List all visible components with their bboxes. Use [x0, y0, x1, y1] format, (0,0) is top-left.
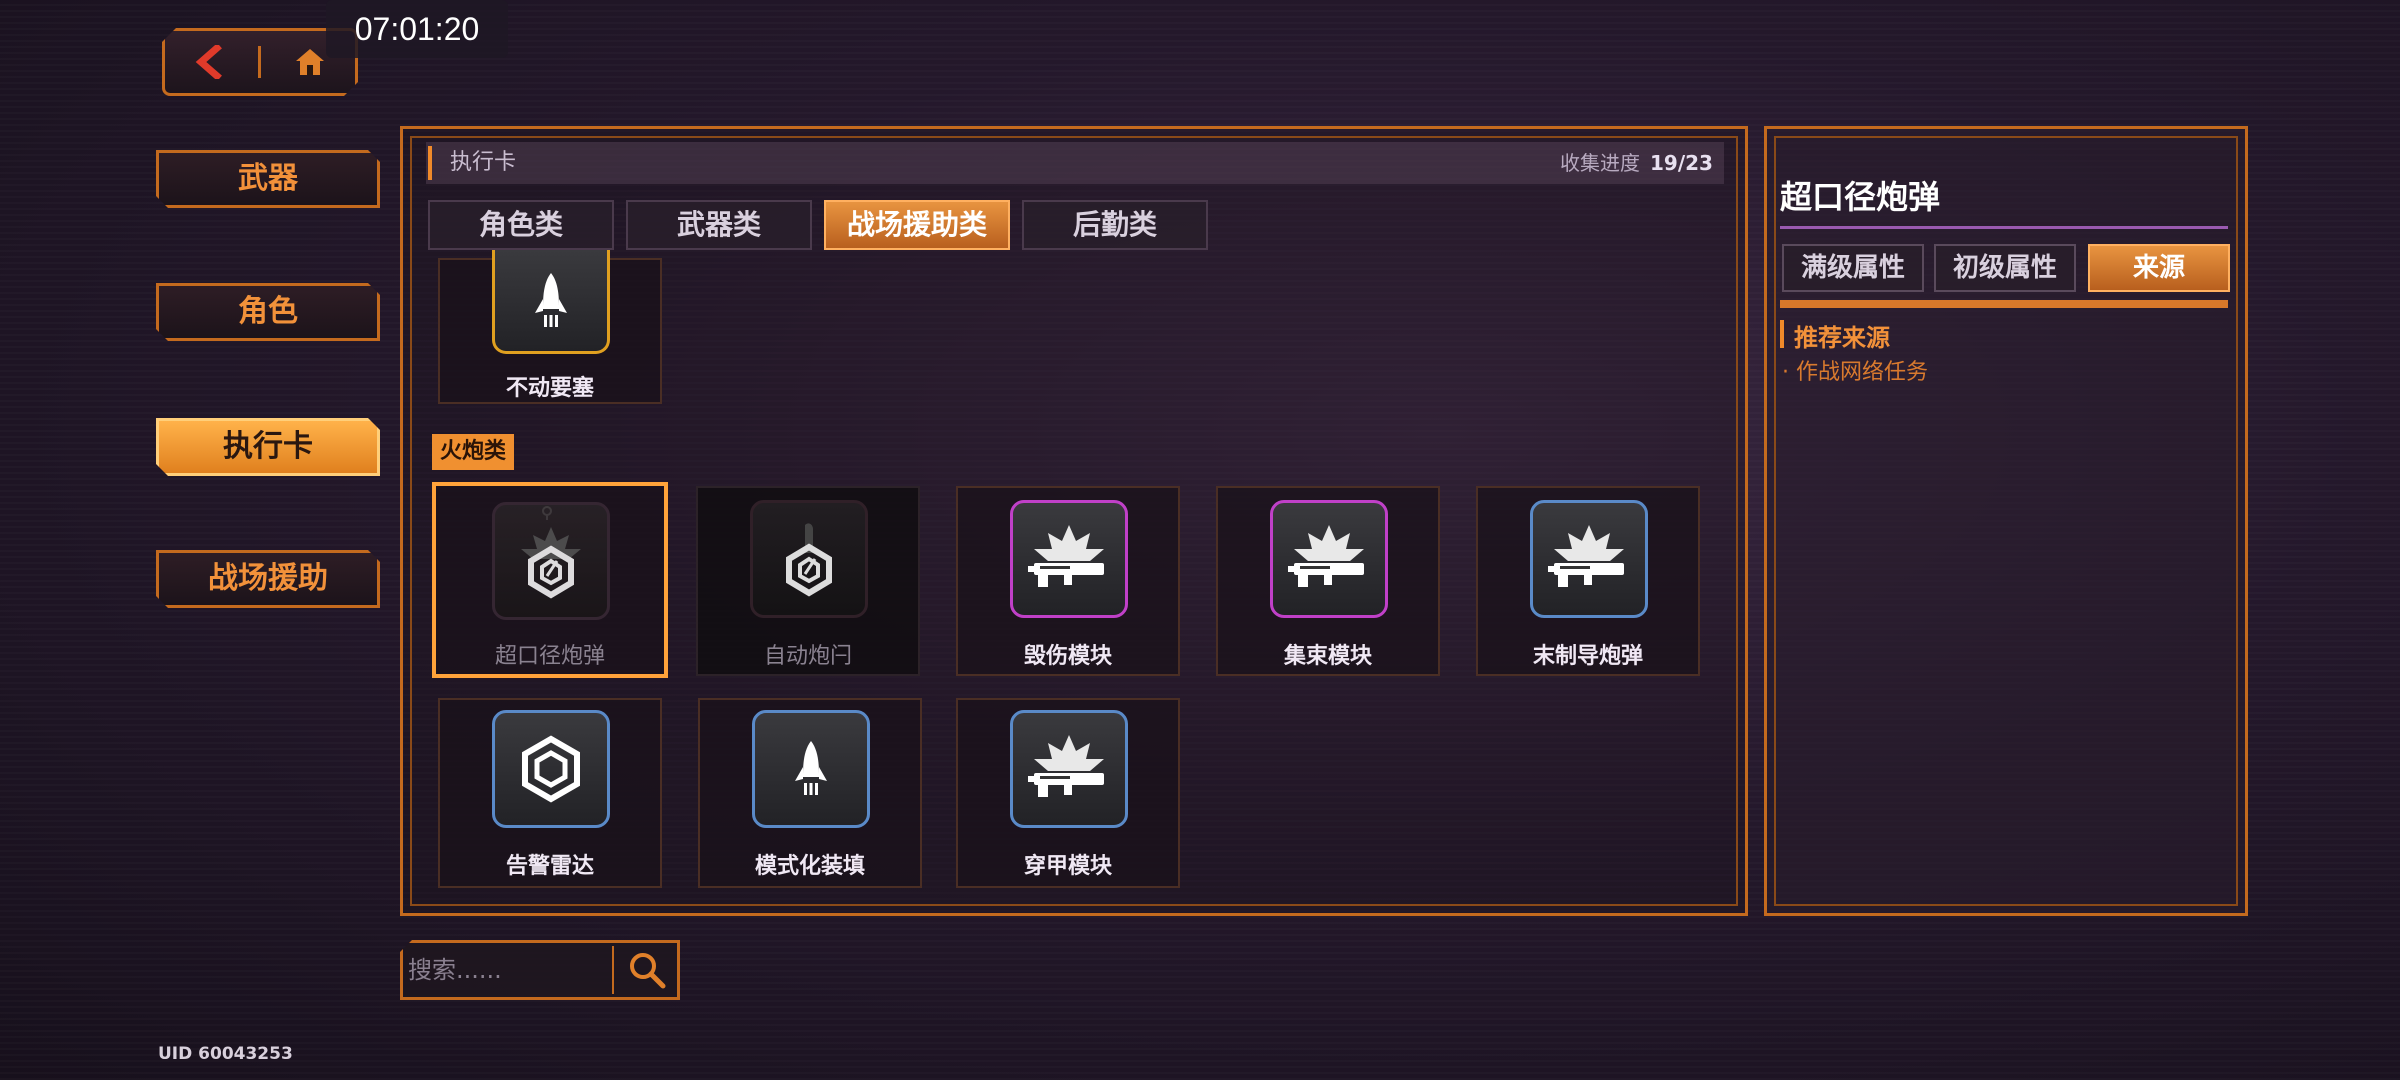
rocket-icon [795, 741, 827, 795]
card-oversized-shell[interactable]: 超口径炮弹 [432, 482, 668, 678]
back-button[interactable] [186, 40, 230, 84]
search-icon [630, 953, 666, 989]
user-id: UID 60043253 [158, 1044, 293, 1064]
tab-logistics[interactable]: 后勤类 [1022, 200, 1208, 250]
card-cluster-module[interactable]: 集束模块 [1216, 486, 1440, 676]
tab-base-level-stats[interactable]: 初级属性 [1934, 244, 2076, 292]
card-damage-module[interactable]: 毁伤模块 [956, 486, 1180, 676]
card-terminal-guided-shell[interactable]: 末制导炮弹 [1476, 486, 1700, 676]
card-label: 毁伤模块 [1023, 644, 1112, 669]
card-immovable-fortress[interactable]: 不动要塞 [438, 250, 662, 404]
nav-divider [258, 46, 261, 78]
section-header-accent [428, 146, 432, 180]
detail-title-underline [1780, 226, 2228, 229]
card-icon-frame [1010, 500, 1128, 618]
hexagon-shell-icon [786, 523, 832, 597]
rifle-burst-icon [1028, 735, 1104, 797]
recommended-source-item[interactable]: · 作战网络任务 [1782, 354, 1928, 386]
card-label: 模式化装填 [754, 854, 865, 879]
search-button[interactable] [620, 944, 674, 996]
tab-max-level-stats[interactable]: 满级属性 [1782, 244, 1924, 292]
card-label: 超口径炮弹 [494, 644, 605, 669]
category-artillery-label: 火炮类 [432, 434, 515, 470]
side-nav-characters[interactable]: 角色 [156, 283, 380, 341]
tab-weapon[interactable]: 武器类 [626, 200, 812, 250]
hexagon-shell-icon [521, 527, 581, 599]
tab-source[interactable]: 来源 [2088, 244, 2230, 292]
section-header [426, 142, 1724, 184]
section-title: 执行卡 [450, 150, 517, 175]
card-icon-frame [492, 710, 610, 828]
rifle-burst-icon [1028, 525, 1104, 587]
collection-progress-label: 收集进度 [1560, 151, 1640, 175]
card-icon-frame [750, 500, 868, 618]
tab-content-divider [1780, 300, 2228, 308]
card-auto-breech[interactable]: 自动炮闩 [696, 486, 920, 676]
rifle-burst-icon [1288, 525, 1364, 587]
card-label: 集束模块 [1283, 644, 1372, 669]
card-warning-radar[interactable]: 告警雷达 [438, 698, 662, 888]
card-label: 告警雷达 [505, 854, 594, 879]
side-nav-battlefield-support[interactable]: 战场援助 [156, 550, 380, 608]
card-label: 不动要塞 [505, 376, 594, 401]
card-label: 末制导炮弹 [1532, 644, 1643, 669]
side-nav-weapons[interactable]: 武器 [156, 150, 380, 208]
card-icon-frame [1530, 500, 1648, 618]
rocket-icon [535, 272, 567, 327]
tab-character[interactable]: 角色类 [428, 200, 614, 250]
card-icon-frame [492, 502, 610, 620]
recommended-source-accent [1780, 320, 1784, 348]
search-input[interactable] [406, 946, 612, 994]
tab-battlefield-support[interactable]: 战场援助类 [824, 200, 1010, 250]
home-icon [296, 49, 324, 75]
card-label: 穿甲模块 [1023, 854, 1112, 879]
card-label: 自动炮闩 [763, 644, 852, 669]
chevron-left-icon [195, 45, 222, 79]
card-patterned-loading[interactable]: 模式化装填 [698, 698, 922, 888]
recommended-source-title: 推荐来源 [1794, 324, 1890, 352]
side-nav-execution-cards[interactable]: 执行卡 [156, 418, 380, 476]
card-icon-frame [752, 710, 870, 828]
card-armor-piercing-module[interactable]: 穿甲模块 [956, 698, 1180, 888]
rifle-burst-icon [1548, 525, 1624, 587]
card-icon-frame [1270, 500, 1388, 618]
collection-progress-value: 19/23 [1650, 151, 1713, 175]
card-icon-frame [492, 250, 610, 354]
detail-title: 超口径炮弹 [1780, 178, 1941, 216]
radar-hexagon-icon [522, 735, 580, 803]
search-divider [612, 946, 614, 994]
status-clock: 07:01:20 [326, 0, 508, 58]
card-icon-frame [1010, 710, 1128, 828]
